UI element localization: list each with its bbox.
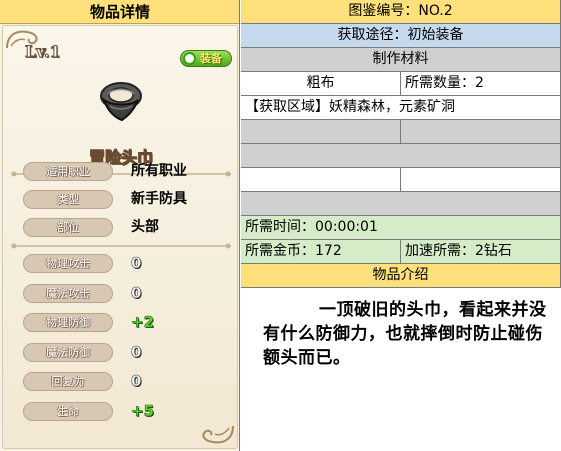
intro-header: 物品介绍 (241, 264, 561, 288)
craft-time: 所需时间：00:00:01 (241, 216, 561, 240)
stat-value: 0 (131, 343, 142, 362)
material-slot-empty (241, 168, 401, 192)
item-card: Lv.1 装备 冒险头巾 适用职业 所有职业 类型 新手防具 部位 头部 物理攻… (2, 25, 238, 449)
info-value: 头部 (131, 219, 159, 235)
stat-label: 生命 (23, 402, 113, 421)
equip-badge-icon (183, 52, 196, 65)
bandana-icon (100, 82, 142, 122)
material-quantity: 所需数量：2 (401, 72, 561, 96)
stat-value: 0 (131, 372, 142, 391)
divider-bottom (11, 243, 231, 249)
codex-number: 图鉴编号：NO.2 (241, 0, 561, 24)
equip-button[interactable]: 装备 (180, 50, 232, 67)
info-label: 部位 (23, 218, 113, 237)
item-description-box: 一顶破旧的头巾，看起来并没有什么防御力，也就摔倒时防止碰伤额头而已。 (241, 288, 561, 451)
info-value: 所有职业 (131, 163, 187, 179)
acquire-method: 获取途径：初始装备 (241, 24, 561, 48)
craft-gold: 所需金币：172 (241, 240, 401, 264)
stat-value: +5 (131, 402, 155, 421)
material-slot-empty (241, 120, 401, 144)
item-description: 一顶破旧的头巾，看起来并没有什么防御力，也就摔倒时防止碰伤额头而已。 (263, 300, 547, 368)
info-label: 适用职业 (23, 162, 113, 181)
material-slot-empty (241, 144, 561, 168)
item-level: Lv.1 (25, 42, 62, 62)
equip-button-label: 装备 (200, 52, 222, 65)
material-slot-empty (401, 168, 561, 192)
material-slot-empty (241, 192, 561, 216)
stat-label: 魔法攻击 (23, 284, 113, 303)
stat-label: 物理防御 (23, 313, 113, 332)
material-slot-empty (401, 120, 561, 144)
info-value: 新手防具 (131, 191, 187, 207)
codex-info-panel: 图鉴编号：NO.2 获取途径：初始装备 制作材料 粗布 所需数量：2 【获取区域… (241, 0, 561, 451)
material-name: 粗布 (241, 72, 401, 96)
ornament-bottom-right-icon (202, 425, 234, 444)
material-region: 【获取区域】妖精森林，元素矿洞 (241, 96, 561, 120)
stat-label: 回复力 (23, 372, 113, 391)
speedup-cost: 加速所需：2钻石 (401, 240, 561, 264)
stat-label: 魔法防御 (23, 343, 113, 362)
stat-label: 物理攻击 (23, 254, 113, 273)
stat-value: 0 (131, 284, 142, 303)
stat-value: 0 (131, 254, 142, 273)
item-detail-panel: 物品详情 Lv.1 装备 冒险头巾 适用职业 所有职业 类型 新手防具 部位 头… (0, 0, 240, 451)
item-detail-header: 物品详情 (0, 0, 239, 24)
materials-header: 制作材料 (241, 48, 561, 72)
info-label: 类型 (23, 190, 113, 209)
stat-value: +2 (131, 313, 155, 332)
